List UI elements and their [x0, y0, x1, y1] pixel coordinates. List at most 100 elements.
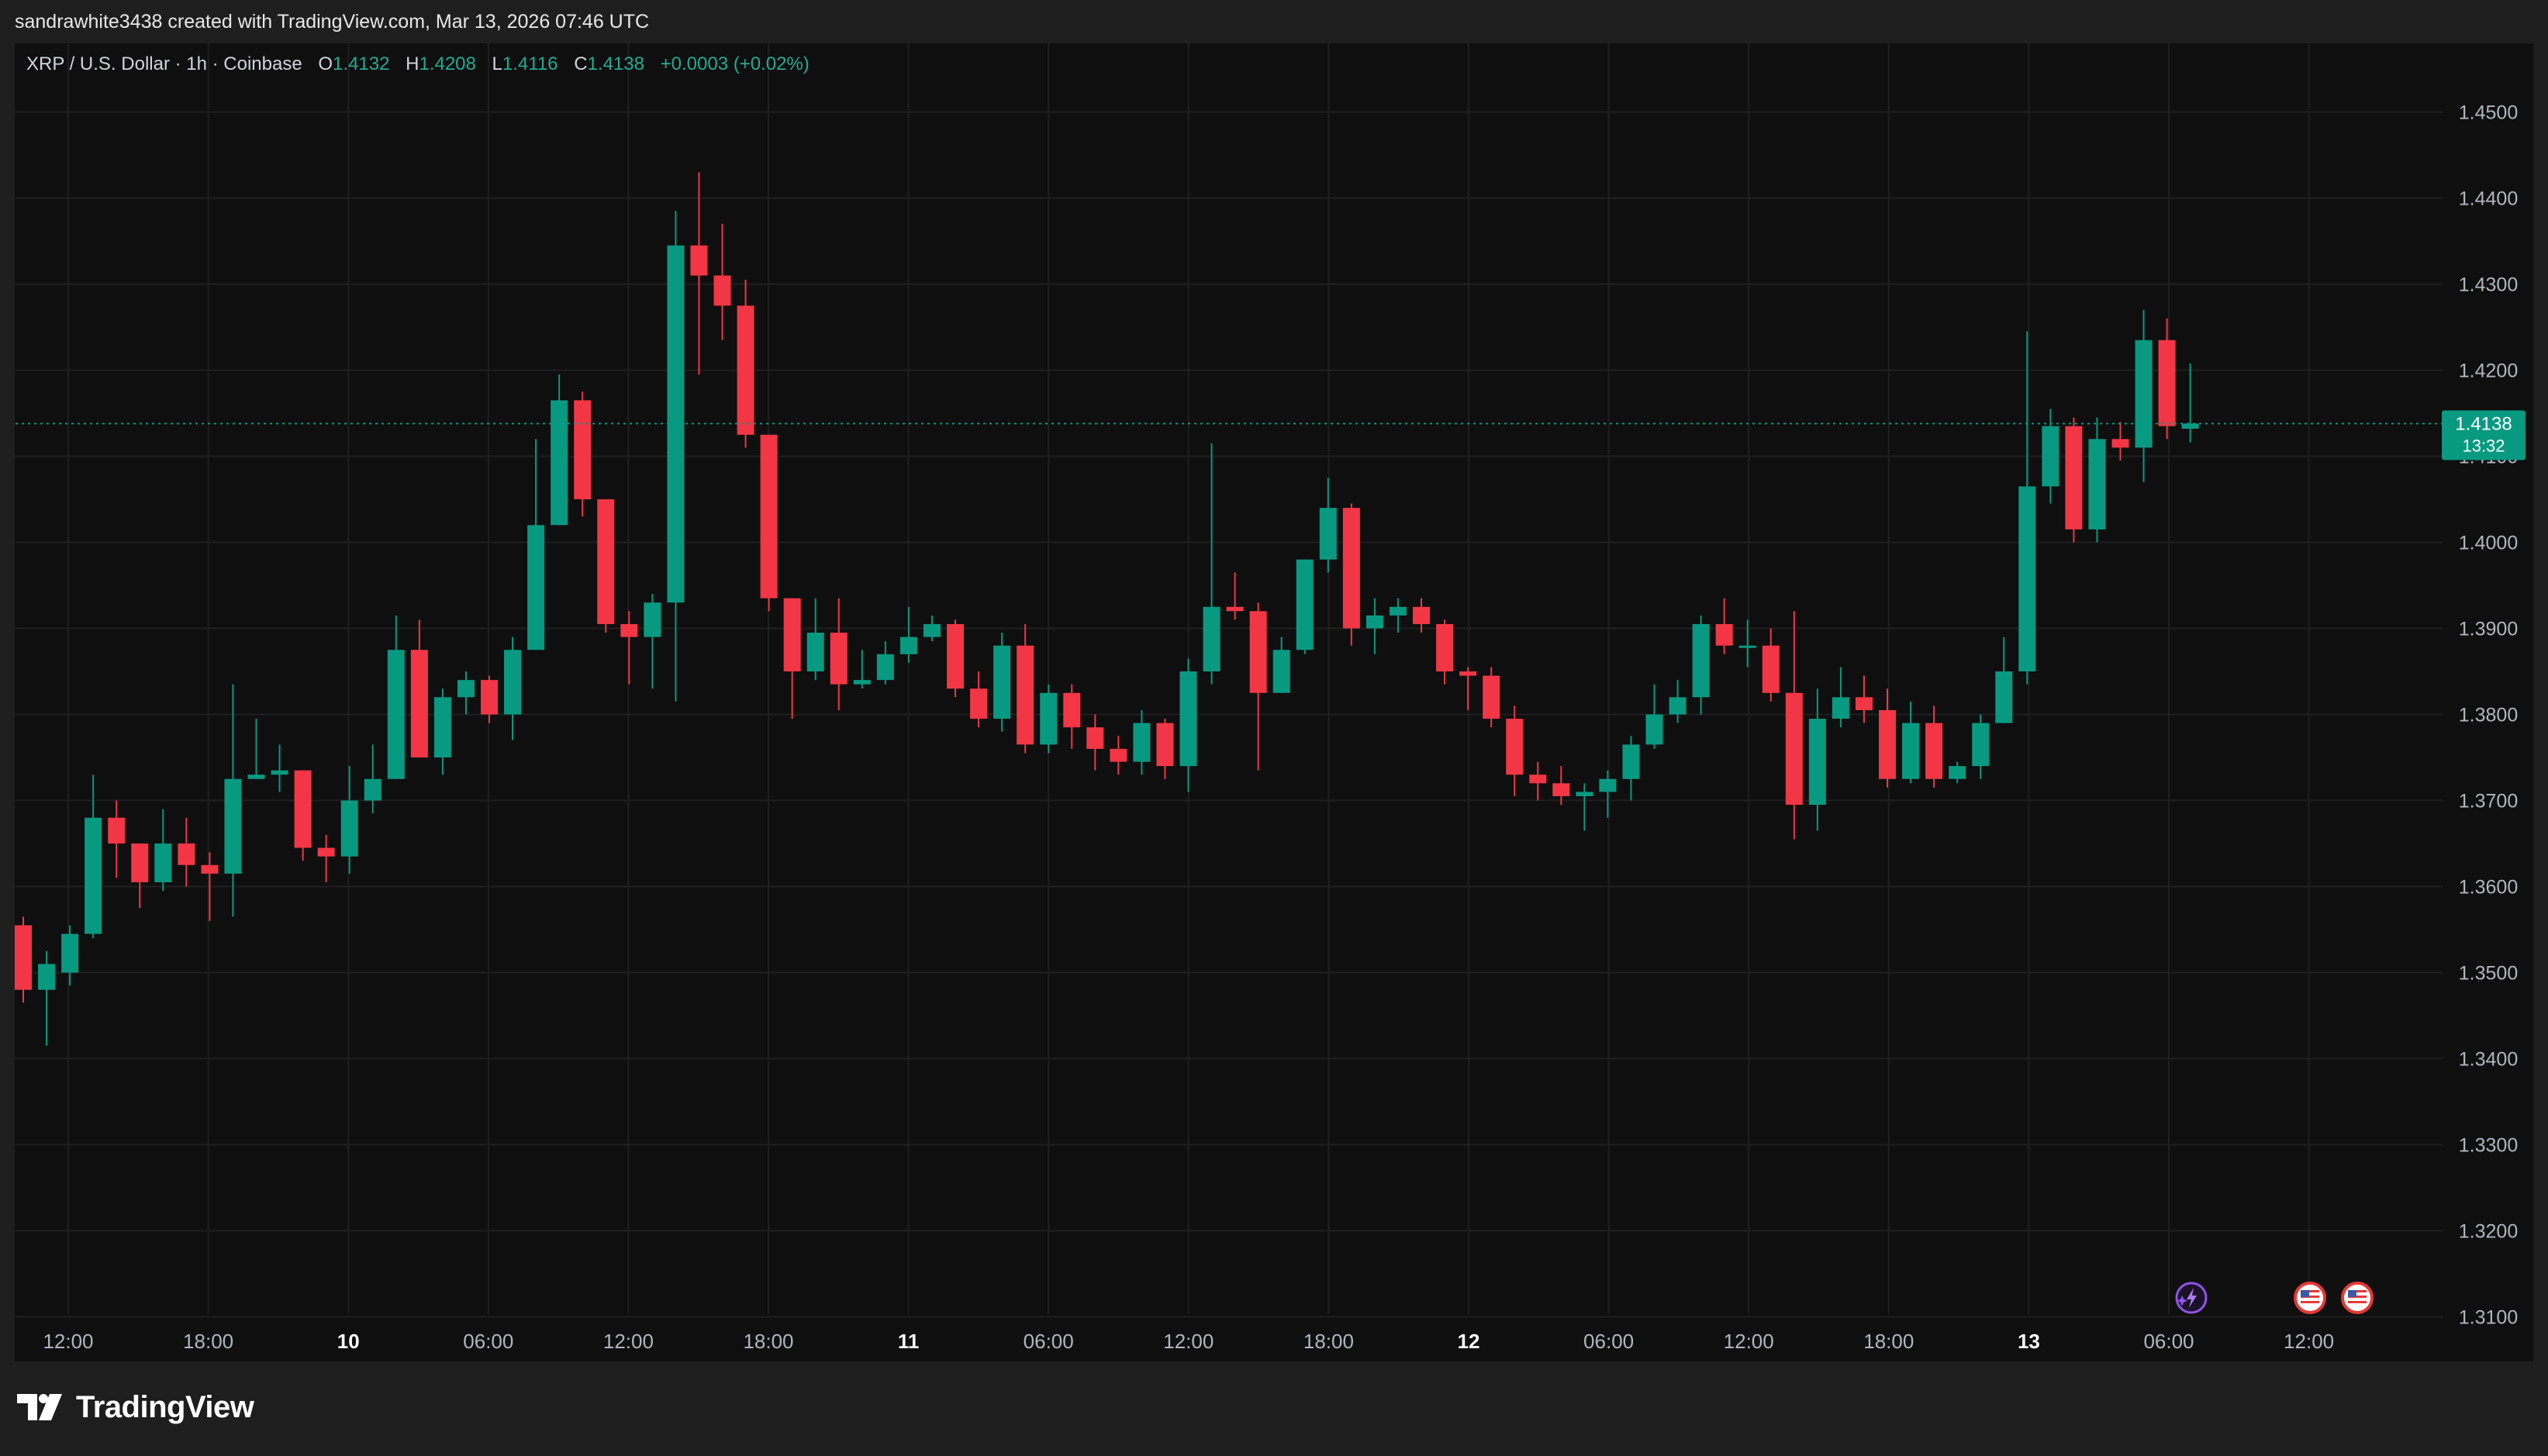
- candle-body: [947, 623, 964, 689]
- candle-body: [1855, 697, 1873, 710]
- candle-body: [1483, 675, 1500, 719]
- candle-body: [1762, 645, 1780, 693]
- candle-body: [1133, 723, 1151, 762]
- candle-body: [1086, 727, 1104, 749]
- lightning-event-icon[interactable]: [2175, 1282, 2208, 1314]
- price-tick-label: 1.3300: [2459, 1135, 2518, 1157]
- price-axis[interactable]: 1.45001.44001.43001.42001.41001.40001.39…: [2459, 102, 2518, 1329]
- candle-up: [457, 671, 475, 715]
- candle-body: [970, 688, 988, 719]
- candle-up: [364, 744, 382, 814]
- candle-up: [1692, 615, 1710, 715]
- tradingview-brand[interactable]: TradingView: [17, 1388, 254, 1427]
- candle-body: [1319, 508, 1337, 560]
- open-value: 1.4132: [333, 53, 390, 74]
- candle-down: [1855, 675, 1873, 723]
- candle-body: [1063, 692, 1081, 728]
- candle-up: [1389, 598, 1407, 633]
- time-tick-label: 10: [337, 1330, 360, 1353]
- candle-down: [970, 671, 988, 728]
- candle-body: [317, 847, 335, 857]
- close-label: C: [574, 53, 588, 74]
- candle-up: [876, 641, 894, 685]
- candle-down: [737, 279, 754, 448]
- candle-body: [1808, 719, 1826, 806]
- candle-body: [1925, 723, 1943, 779]
- candle-down: [1226, 572, 1244, 620]
- candle-down: [1715, 598, 1733, 654]
- price-tick-label: 1.3100: [2459, 1307, 2518, 1329]
- candle-body: [1529, 775, 1547, 784]
- chart-legend[interactable]: XRP / U.S. Dollar · 1h · Coinbase O1.413…: [26, 53, 810, 75]
- candle-body: [1738, 645, 1756, 648]
- low-value: 1.4116: [502, 53, 558, 74]
- candle-up: [1179, 658, 1197, 792]
- us-flag-event-icon[interactable]: [2294, 1282, 2326, 1314]
- candle-down: [15, 916, 32, 1003]
- last-price-tag: 1.4138 13:32: [2442, 410, 2526, 461]
- candle-body: [178, 844, 195, 865]
- open-label: O: [318, 53, 333, 74]
- time-tick-label: 06:00: [2143, 1330, 2194, 1353]
- price-tick-label: 1.3800: [2459, 705, 2518, 726]
- candle-up: [899, 606, 917, 663]
- candle-up: [853, 650, 871, 689]
- symbol-title[interactable]: XRP / U.S. Dollar · 1h · Coinbase: [26, 53, 302, 74]
- us-flag-event-icon[interactable]: [2341, 1282, 2374, 1314]
- candle-down: [1879, 688, 1896, 788]
- candle-up: [1738, 619, 1756, 668]
- candle-up: [1319, 478, 1337, 573]
- candle-up: [2088, 417, 2106, 543]
- candle-body: [713, 275, 731, 306]
- time-axis[interactable]: 12:00 18:00 10 06:00 12:00 18:00 11 06:00 12:00 1…: [43, 1330, 2334, 1353]
- time-tick-label: 06:00: [463, 1330, 513, 1353]
- candle-body: [1832, 697, 1849, 719]
- candle-body: [760, 434, 778, 599]
- candle-up: [387, 615, 405, 779]
- time-tick-label: 11: [898, 1330, 920, 1353]
- time-tick-label: 12: [1458, 1330, 1480, 1353]
- candle-body: [154, 844, 172, 882]
- candle-up: [1133, 709, 1151, 775]
- candle-down: [1529, 761, 1547, 801]
- candle-down: [1063, 684, 1081, 749]
- candle-body: [1645, 714, 1663, 745]
- candle-body: [876, 654, 894, 681]
- candle-body: [620, 623, 638, 637]
- candle-up: [154, 809, 172, 892]
- candle-body: [1552, 783, 1570, 796]
- candle-down: [410, 619, 428, 757]
- candlestick-chart[interactable]: 1.45001.44001.43001.42001.41001.40001.39…: [0, 0, 2548, 1456]
- candle-body: [1436, 623, 1454, 671]
- time-tick-label: 18:00: [1303, 1330, 1354, 1353]
- high-label: H: [406, 53, 419, 74]
- candle-body: [551, 400, 568, 526]
- candle-up: [1576, 783, 1593, 831]
- close-value: 1.4138: [587, 53, 644, 74]
- candle-up: [85, 775, 102, 939]
- candle-body: [1179, 671, 1197, 767]
- candle-body: [830, 633, 848, 685]
- candle-down: [108, 800, 126, 878]
- candle-body: [1576, 792, 1593, 796]
- candle-body: [1902, 723, 1920, 779]
- candle-body: [410, 650, 428, 757]
- candle-up: [806, 598, 824, 681]
- price-tick-label: 1.4500: [2459, 102, 2518, 124]
- candle-body: [2181, 423, 2199, 429]
- price-tick-label: 1.3400: [2459, 1049, 2518, 1071]
- change-value: +0.0003 (+0.02%): [660, 53, 810, 74]
- candle-body: [294, 770, 312, 848]
- time-tick-label: 18:00: [743, 1330, 793, 1353]
- candle-body: [1599, 778, 1617, 792]
- candle-up: [923, 615, 941, 642]
- candle-body: [457, 680, 475, 698]
- candle-body: [2065, 426, 2083, 530]
- candle-body: [690, 245, 708, 276]
- candle-down: [574, 392, 592, 517]
- candle-body: [387, 650, 405, 779]
- candle-body: [15, 925, 32, 990]
- time-tick-label: 12:00: [1724, 1330, 1774, 1353]
- candle-up: [1949, 761, 1966, 784]
- candle-body: [644, 602, 661, 637]
